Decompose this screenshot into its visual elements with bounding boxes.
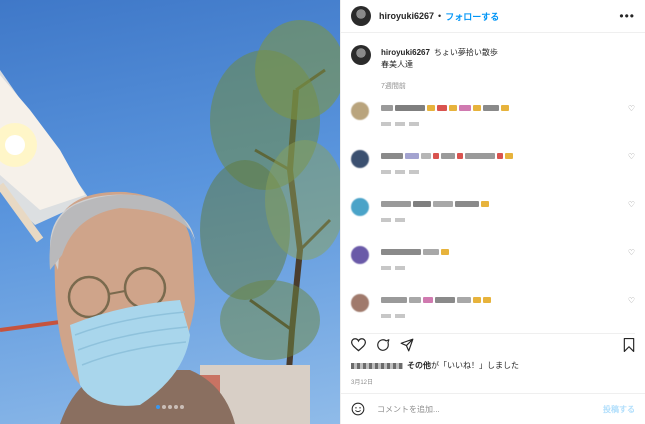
- share-icon[interactable]: [400, 338, 414, 352]
- comment-avatar[interactable]: [351, 246, 369, 264]
- comment-avatar[interactable]: [351, 102, 369, 120]
- comment-avatar[interactable]: [351, 294, 369, 312]
- follow-button[interactable]: フォローする: [445, 10, 499, 23]
- bookmark-icon[interactable]: [623, 338, 635, 352]
- blurred-comment-text: [381, 201, 601, 209]
- comment-input[interactable]: [375, 403, 603, 415]
- comment-like-icon[interactable]: ♡: [628, 296, 635, 305]
- heart-icon[interactable]: [351, 338, 366, 352]
- list-item: ♡: [351, 196, 635, 244]
- carousel-dot[interactable]: [174, 405, 178, 409]
- post-comment-button[interactable]: 投稿する: [603, 404, 635, 415]
- instagram-post-view: hiroyuki6267 • フォローする ••• hiroyuki6267 ちょ…: [0, 0, 645, 424]
- carousel-dot[interactable]: [168, 405, 172, 409]
- post-photo[interactable]: [0, 0, 340, 424]
- comment-list: ♡ ♡ ♡ ♡ ♡: [351, 100, 635, 340]
- comment-like-icon[interactable]: ♡: [628, 104, 635, 113]
- tree: [200, 20, 340, 424]
- caption-text-line2: 春美人達: [381, 60, 413, 69]
- post-side-panel: hiroyuki6267 • フォローする ••• hiroyuki6267 ちょ…: [340, 0, 645, 424]
- avatar[interactable]: [351, 6, 371, 26]
- carousel-dot[interactable]: [180, 405, 184, 409]
- post-date: 3月12日: [351, 380, 374, 386]
- list-item: ♡: [351, 244, 635, 292]
- more-horizontal-icon[interactable]: •••: [619, 9, 635, 23]
- liked-by-user-blurred[interactable]: [351, 362, 403, 369]
- comment-icon[interactable]: [376, 338, 390, 352]
- caption-avatar[interactable]: [351, 45, 371, 65]
- carousel-dot[interactable]: [156, 405, 160, 409]
- blurred-comment-text: [381, 249, 601, 257]
- carousel-dots: [0, 396, 340, 414]
- username-link[interactable]: hiroyuki6267: [379, 11, 434, 21]
- header-separator: •: [438, 11, 442, 21]
- comment-avatar[interactable]: [351, 150, 369, 168]
- post-header: hiroyuki6267 • フォローする •••: [341, 0, 645, 33]
- caption-text-line1: ちょい夢拾い散歩: [433, 48, 498, 57]
- comment-composer: 投稿する: [341, 393, 645, 424]
- comment-like-icon[interactable]: ♡: [628, 200, 635, 209]
- liked-by-others-link[interactable]: その他: [407, 361, 431, 370]
- caption: hiroyuki6267 ちょい夢拾い散歩 春美人達: [341, 33, 645, 71]
- carousel-dot[interactable]: [162, 405, 166, 409]
- action-bar: [351, 333, 635, 354]
- blurred-comment-text: [381, 153, 601, 161]
- comment-like-icon[interactable]: ♡: [628, 152, 635, 161]
- blurred-comment-text: [381, 297, 601, 305]
- liked-by-text: が「いいね！」しました: [431, 361, 519, 370]
- liked-by: その他が「いいね！」しました: [351, 360, 519, 371]
- photo-scene: [0, 20, 340, 424]
- list-item: ♡: [351, 100, 635, 148]
- caption-username[interactable]: hiroyuki6267: [381, 48, 430, 57]
- comment-avatar[interactable]: [351, 198, 369, 216]
- comment-like-icon[interactable]: ♡: [628, 248, 635, 257]
- caption-body: hiroyuki6267 ちょい夢拾い散歩 春美人達: [381, 47, 498, 71]
- blurred-comment-text: [381, 105, 601, 113]
- emoji-icon[interactable]: [351, 402, 365, 416]
- list-item: ♡: [351, 148, 635, 196]
- caption-timestamp: 7週間前: [381, 83, 406, 90]
